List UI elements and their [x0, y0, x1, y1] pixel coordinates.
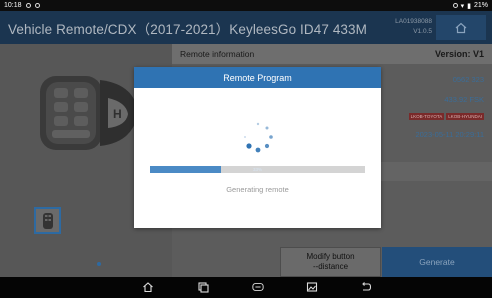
info-heading: Remote information — [180, 49, 255, 59]
dialog-title-text: Remote Program — [223, 72, 292, 83]
home-button[interactable] — [436, 15, 486, 40]
remote-key-image: H — [40, 76, 138, 150]
info-version: Version: V1 — [434, 49, 484, 59]
key-icon — [42, 212, 53, 229]
remote-thumbnail[interactable] — [34, 207, 61, 234]
notification-icon — [34, 3, 40, 8]
remote-tags: LKOB-TOYOTA LKOB-HYUNDAI — [408, 113, 484, 120]
battery-level: 21% — [473, 2, 488, 9]
svg-text:H: H — [113, 107, 122, 121]
remote-program-dialog: Remote Program 33% Generating remote — [134, 67, 381, 228]
app-header: Vehicle Remote/CDX（2017-2021）KeyleesGo I… — [0, 11, 492, 44]
gear-icon — [25, 3, 31, 8]
status-bar: 10:18 ▾ ▮ 21% — [0, 0, 492, 11]
progress-percent: 33% — [252, 167, 262, 172]
nav-screenshot-icon[interactable] — [306, 281, 318, 293]
remote-frequency: 433.92 FSK — [444, 95, 484, 104]
loading-spinner-icon — [244, 122, 273, 153]
info-row-band — [364, 162, 492, 181]
remote-id: 0562 323 — [452, 75, 484, 84]
system-nav-bar — [0, 277, 492, 298]
nav-vci-icon[interactable] — [252, 281, 264, 293]
page-indicator — [97, 262, 101, 266]
device-info: LA01938088 V1.0.5 — [362, 15, 432, 39]
device-id: LA01938088 — [395, 18, 432, 25]
generate-button-label: Generate — [419, 257, 455, 267]
tag-badge: LKOB-HYUNDAI — [446, 113, 484, 120]
battery-icon: ▮ — [467, 2, 471, 10]
nav-recents-icon[interactable] — [197, 281, 209, 293]
dialog-status-text: Generating remote — [226, 185, 289, 194]
modify-button-label: Modify button --distance — [306, 252, 355, 271]
info-header: Remote information Version: V1 — [172, 44, 492, 64]
dialog-title: Remote Program — [134, 67, 381, 88]
generate-button[interactable]: Generate — [382, 247, 492, 277]
remote-timestamp: 2023-05-11 20:29:11 — [415, 130, 484, 139]
status-time: 10:18 — [4, 2, 22, 9]
action-bar: Modify button --distance Generate — [172, 247, 492, 277]
tag-badge: LKOB-TOYOTA — [408, 113, 445, 120]
nav-home-icon[interactable] — [142, 281, 154, 293]
wifi-icon: ▾ — [460, 2, 465, 10]
modify-button-distance-button[interactable]: Modify button --distance — [280, 247, 381, 277]
nav-back-icon[interactable] — [360, 281, 372, 293]
home-icon — [455, 22, 467, 33]
location-icon — [452, 3, 458, 8]
progress-bar: 33% — [150, 166, 365, 173]
page-title: Vehicle Remote/CDX（2017-2021）KeyleesGo I… — [8, 21, 367, 37]
app-version: V1.0.5 — [413, 28, 432, 35]
